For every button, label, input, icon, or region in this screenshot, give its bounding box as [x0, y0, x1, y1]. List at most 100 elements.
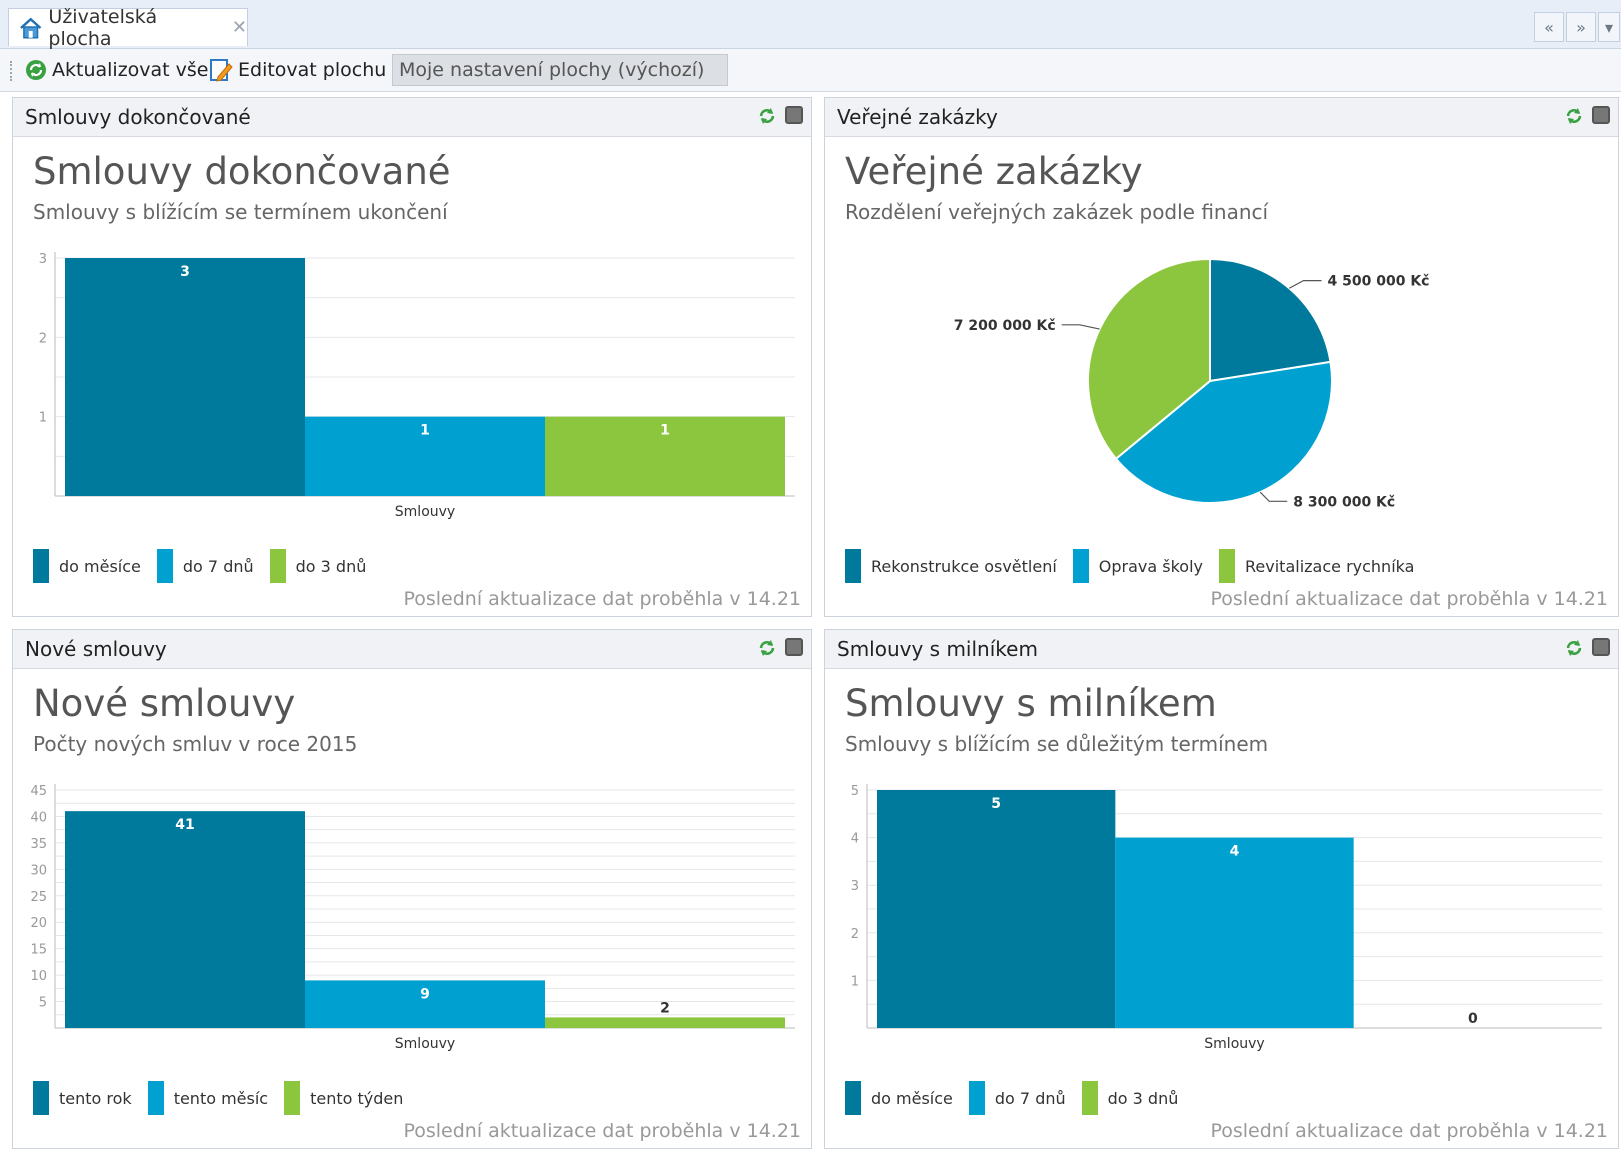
bar — [1115, 837, 1354, 1028]
refresh-all-label: Aktualizovat vše — [52, 59, 209, 81]
legend-item[interactable]: do měsíce — [845, 1081, 953, 1115]
data-label: 5 — [991, 796, 1001, 812]
toolbar-grip-icon — [10, 61, 15, 81]
slice-label: 8 300 000 Kč — [1293, 494, 1395, 510]
legend-item[interactable]: Oprava školy — [1072, 549, 1204, 583]
toolbar: Aktualizovat vše Editovat plochu Moje na… — [0, 49, 1621, 92]
legend-label: do měsíce — [871, 1088, 953, 1108]
y-tick-label: 5 — [851, 784, 859, 799]
panel-title: Smlouvy s milníkem — [845, 682, 1217, 725]
legend-item[interactable]: do měsíce — [33, 549, 141, 583]
legend-item[interactable]: Revitalizace rychníka — [1219, 549, 1414, 583]
legend-swatch — [845, 549, 861, 583]
refresh-icon[interactable] — [1564, 106, 1584, 126]
last-update-text: Poslední aktualizace dat proběhla v 14.2… — [403, 588, 801, 610]
panel-title: Smlouvy dokončované — [33, 150, 451, 193]
panel-subtitle: Smlouvy s blížícím se termínem ukončení — [33, 200, 448, 224]
tab-list-icon[interactable]: ▾ — [1598, 12, 1620, 42]
close-icon[interactable]: ✕ — [232, 17, 247, 38]
legend-item[interactable]: tento rok — [33, 1081, 132, 1115]
legend-swatch — [968, 1081, 985, 1115]
y-tick-label: 4 — [851, 832, 859, 847]
leader-line — [1061, 324, 1100, 330]
data-label: 41 — [175, 817, 194, 833]
legend-label: Oprava školy — [1098, 556, 1204, 576]
panel-new-contracts: Nové smlouvy Nové smlouvy Počty nových s… — [12, 629, 812, 1149]
y-tick-label: 2 — [39, 331, 47, 346]
legend-item[interactable]: Rekonstrukce osvětlení — [845, 549, 1057, 583]
tab-user-desktop[interactable]: Uživatelská plocha ✕ — [8, 6, 248, 50]
y-tick-label: 40 — [30, 810, 47, 825]
home-icon — [20, 17, 42, 38]
refresh-all-button[interactable]: Aktualizovat vše — [24, 55, 209, 85]
panel-title: Nové smlouvy — [33, 682, 296, 725]
maximize-icon[interactable] — [1592, 638, 1610, 656]
pie-slice — [1209, 257, 1332, 383]
panel-header: Nové smlouvy — [13, 630, 811, 669]
edit-desktop-button[interactable]: Editovat plochu — [208, 55, 386, 85]
chart-legend: tento rok tento měsíc tento týden — [33, 1081, 419, 1115]
legend-swatch — [845, 1081, 861, 1115]
leader-line — [1288, 280, 1322, 289]
y-tick-label: 3 — [851, 879, 859, 894]
chart-new-contracts: 5 10 15 20 25 30 35 40 45 41 9 2 Smlouvy — [30, 784, 795, 1052]
panel-subtitle: Smlouvy s blížícím se důležitým termínem — [845, 732, 1269, 756]
legend-swatch — [1219, 549, 1236, 583]
legend-swatch — [1081, 1081, 1098, 1115]
legend-label: tento měsíc — [173, 1088, 269, 1108]
scroll-left-button[interactable]: « — [1534, 12, 1564, 42]
data-label: 3 — [180, 264, 190, 280]
legend-item[interactable]: do 7 dnů — [156, 549, 254, 583]
legend-item[interactable]: do 7 dnů — [968, 1081, 1066, 1115]
data-label: 0 — [1468, 1011, 1478, 1027]
refresh-icon[interactable] — [1564, 638, 1584, 658]
legend-swatch — [156, 549, 173, 583]
edit-desktop-label: Editovat plochu — [238, 59, 387, 81]
y-tick-label: 15 — [30, 943, 47, 958]
panel-header: Smlouvy dokončované — [13, 98, 811, 137]
x-tick-label: Smlouvy — [395, 1036, 455, 1052]
legend-label: do 7 dnů — [994, 1088, 1066, 1108]
panel-header-label: Smlouvy s milníkem — [837, 637, 1038, 661]
legend-item[interactable]: do 3 dnů — [1081, 1081, 1178, 1115]
legend-swatch — [33, 549, 49, 583]
chart-public-contracts: 4 500 000 Kč 8 300 000 Kč 7 200 000 Kč — [954, 257, 1429, 510]
legend-swatch — [147, 1081, 164, 1115]
panel-contracts-ending: Smlouvy dokončované Smlouvy dokončované … — [12, 97, 812, 617]
bar — [65, 811, 305, 1028]
y-tick-label: 35 — [30, 837, 47, 852]
refresh-icon[interactable] — [757, 106, 777, 126]
panel-title: Veřejné zakázky — [845, 150, 1143, 193]
legend-item[interactable]: tento měsíc — [147, 1081, 269, 1115]
legend-label: tento týden — [310, 1088, 404, 1108]
chart-milestone-contracts: 1 2 3 4 5 5 4 0 Smlouvy — [851, 784, 1602, 1052]
legend-item[interactable]: tento týden — [284, 1081, 403, 1115]
panel-header-label: Smlouvy dokončované — [25, 105, 251, 129]
legend-item[interactable]: do 3 dnů — [269, 549, 367, 583]
legend-label: do 3 dnů — [295, 556, 367, 576]
maximize-icon[interactable] — [785, 638, 803, 656]
panel-header-label: Nové smlouvy — [25, 637, 167, 661]
y-tick-label: 20 — [30, 916, 47, 931]
tab-bar: Uživatelská plocha ✕ « » ▾ — [0, 0, 1621, 50]
y-tick-label: 3 — [39, 252, 47, 267]
y-tick-label: 30 — [30, 863, 47, 878]
legend-label: Revitalizace rychníka — [1245, 556, 1415, 576]
y-tick-label: 25 — [30, 890, 47, 905]
last-update-text: Poslední aktualizace dat proběhla v 14.2… — [403, 1120, 801, 1142]
legend-label: Rekonstrukce osvětlení — [871, 556, 1057, 576]
last-update-text: Poslední aktualizace dat proběhla v 14.2… — [1210, 588, 1608, 610]
legend-label: tento rok — [59, 1088, 132, 1108]
chart-legend: Rekonstrukce osvětlení Oprava školy Revi… — [845, 549, 1430, 583]
chart-contracts-ending: 1 2 3 3 1 1 Smlouvy — [39, 252, 795, 520]
refresh-icon[interactable] — [757, 638, 777, 658]
y-tick-label: 1 — [39, 411, 47, 426]
y-tick-label: 5 — [39, 996, 47, 1011]
panel-header-label: Veřejné zakázky — [837, 105, 998, 129]
slice-label: 7 200 000 Kč — [954, 318, 1056, 334]
maximize-icon[interactable] — [785, 106, 803, 124]
scroll-right-button[interactable]: » — [1566, 12, 1596, 42]
maximize-icon[interactable] — [1592, 106, 1610, 124]
layout-select[interactable]: Moje nastavení plochy (výchozí) — [392, 54, 728, 86]
last-update-text: Poslední aktualizace dat proběhla v 14.2… — [1210, 1120, 1608, 1142]
